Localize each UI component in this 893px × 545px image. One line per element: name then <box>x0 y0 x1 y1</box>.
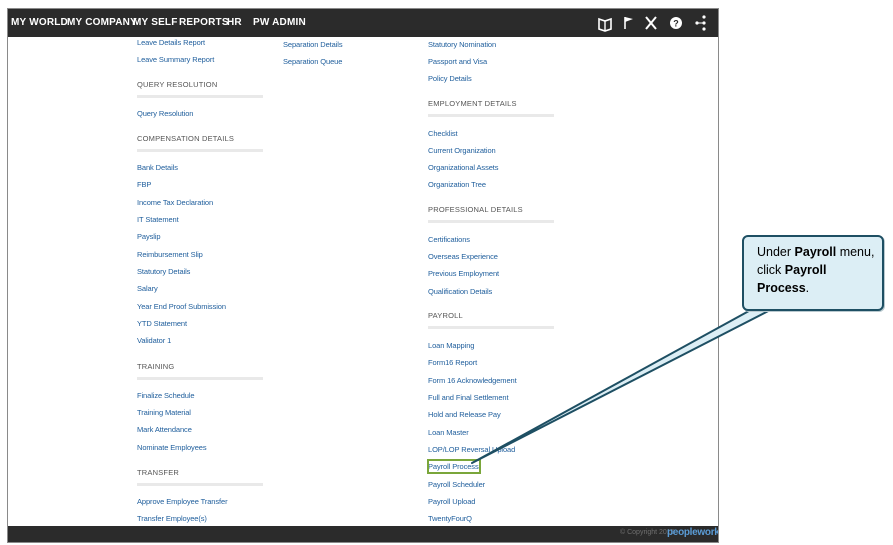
callout-text: Under Payroll menu, click Payroll Proces… <box>757 243 881 297</box>
instruction-callout: Under Payroll menu, click Payroll Proces… <box>742 235 884 311</box>
callout-pre: Under <box>757 245 795 259</box>
callout-post: . <box>805 281 810 295</box>
callout-menu-name: Payroll <box>794 245 837 259</box>
